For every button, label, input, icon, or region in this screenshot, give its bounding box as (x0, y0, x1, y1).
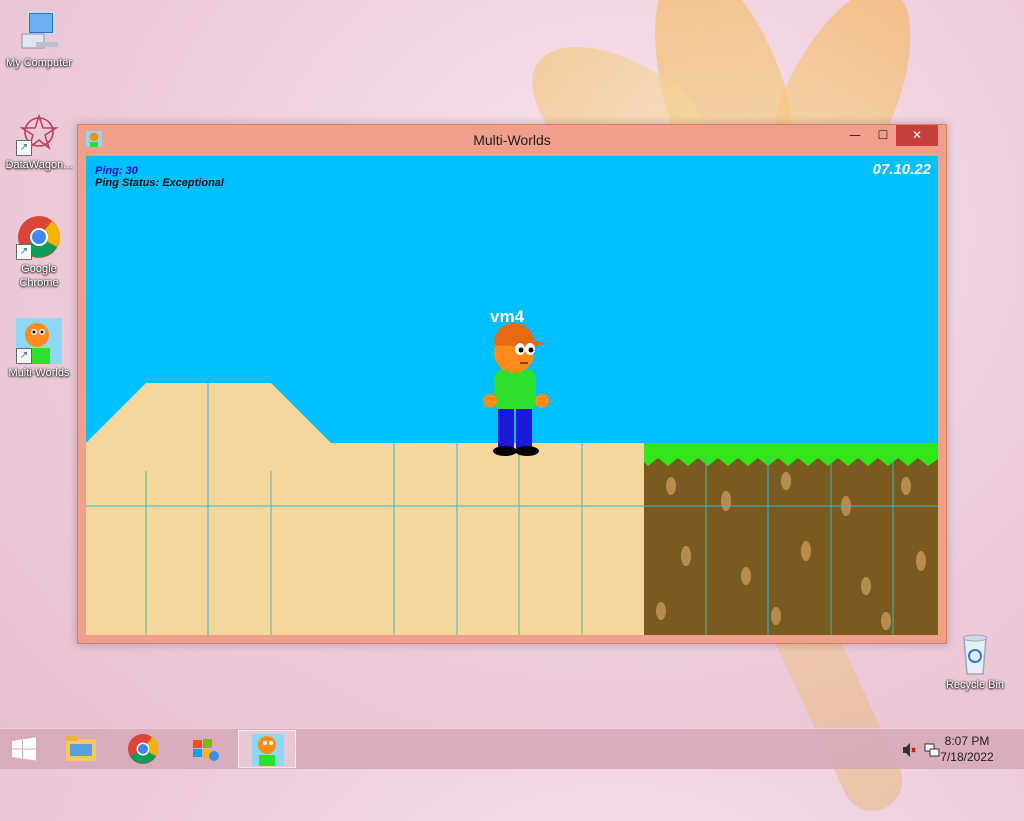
game-date: 07.10.22 (872, 161, 931, 178)
windows-update-icon (193, 739, 219, 761)
desktop-icon-google-chrome[interactable]: ↗ Google Chrome (0, 214, 78, 290)
desktop-icon-recycle-bin[interactable]: Recycle Bin (936, 630, 1014, 692)
desktop-icon-my-computer[interactable]: My Computer (0, 8, 78, 70)
ping-status: Ping Status: Exceptional (95, 177, 224, 189)
recycle-bin-icon (952, 630, 998, 676)
desktop-icon-datawagon[interactable]: ↗ DataWagon... (0, 110, 78, 172)
taskbar-clock[interactable]: 8:07 PM 7/18/2022 (932, 733, 1002, 765)
close-button[interactable]: ✕ (896, 125, 938, 146)
taskbar-multi-worlds[interactable] (238, 730, 296, 768)
window-title: Multi-Worlds (473, 132, 551, 148)
folder-icon (66, 736, 96, 761)
game-canvas[interactable]: Ping: 30 Ping Status: Exceptional 07.10.… (86, 156, 938, 635)
clock-time: 8:07 PM (944, 734, 990, 748)
desktop-icon-multi-worlds[interactable]: ↗ Multi-Worlds (0, 318, 78, 380)
taskbar-file-explorer[interactable] (52, 730, 110, 768)
maximize-button[interactable]: ☐ (870, 125, 896, 146)
taskbar: 8:07 PM 7/18/2022 (0, 728, 1024, 769)
volume-muted-icon[interactable] (902, 742, 916, 758)
ping-readout: Ping: 30 (95, 165, 138, 177)
start-button[interactable] (0, 729, 48, 769)
chrome-icon (128, 734, 158, 764)
windows-logo-icon (12, 737, 36, 761)
clock-date: 7/18/2022 (940, 750, 994, 764)
multi-worlds-icon (252, 734, 284, 766)
taskbar-chrome[interactable] (114, 730, 172, 768)
player-character (483, 322, 549, 456)
shortcut-arrow-icon: ↗ (16, 244, 32, 260)
window-titlebar[interactable]: Multi-Worlds — ☐ ✕ (78, 125, 946, 155)
minimize-button[interactable]: — (842, 125, 868, 146)
multi-worlds-icon: ↗ (16, 318, 62, 364)
computer-icon (16, 8, 62, 54)
app-window[interactable]: Multi-Worlds — ☐ ✕ Ping: 30 Ping Status:… (77, 124, 947, 644)
taskbar-windows-update[interactable] (176, 730, 234, 768)
chrome-icon: ↗ (16, 214, 62, 260)
datawagon-icon: ↗ (16, 110, 62, 156)
system-tray: 8:07 PM 7/18/2022 (864, 729, 1024, 769)
shortcut-arrow-icon: ↗ (16, 348, 32, 364)
shortcut-arrow-icon: ↗ (16, 140, 32, 156)
